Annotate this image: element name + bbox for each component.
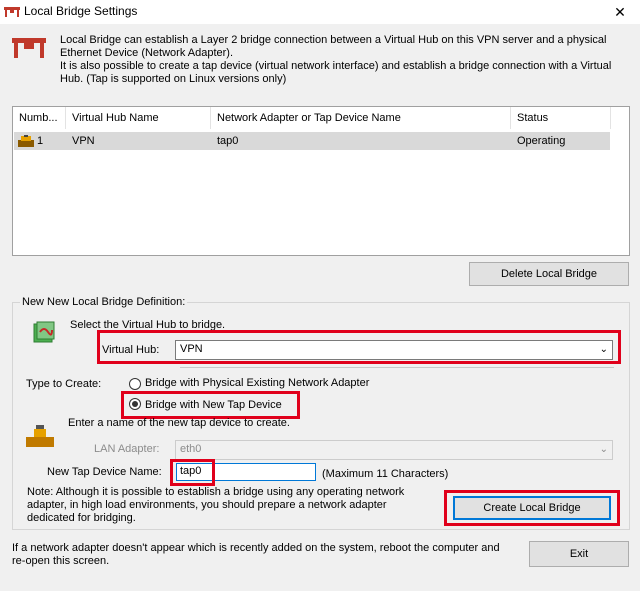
description-text: Local Bridge can establish a Layer 2 bri…: [60, 34, 612, 85]
bridge-icon: [4, 7, 20, 17]
radio-physical-adapter[interactable]: [129, 378, 141, 390]
bridge-list[interactable]: Numb... Virtual Hub Name Network Adapter…: [12, 106, 630, 256]
lan-adapter-select: eth0 ⌄: [175, 440, 613, 460]
lan-adapter-label: LAN Adapter:: [94, 443, 160, 455]
title-bar: Local Bridge Settings ✕: [0, 0, 640, 24]
tap-name-highlight: [170, 459, 215, 486]
virtual-hub-icon: [33, 321, 55, 343]
column-header-hub[interactable]: Virtual Hub Name: [66, 107, 211, 129]
note-text: Note: Although it is possible to establi…: [27, 486, 405, 524]
create-local-bridge-button[interactable]: Create Local Bridge: [453, 496, 611, 520]
virtual-hub-value: VPN: [180, 343, 203, 355]
virtual-hub-label: Virtual Hub:: [102, 344, 160, 356]
delete-local-bridge-button[interactable]: Delete Local Bridge: [469, 262, 629, 286]
row-adapter: tap0: [217, 135, 239, 147]
footer-text: If a network adapter doesn't appear whic…: [12, 542, 500, 567]
row-number: 1: [37, 135, 44, 147]
row-status: Operating: [517, 135, 566, 147]
chevron-down-icon: ⌄: [599, 344, 608, 355]
bridge-row-icon: [18, 135, 34, 147]
column-header-adapter[interactable]: Network Adapter or Tap Device Name: [211, 107, 511, 129]
column-header-number[interactable]: Numb...: [13, 107, 66, 129]
local-bridge-icon: [12, 38, 46, 58]
row-hub: VPN: [72, 135, 95, 147]
tap-name-label: New Tap Device Name:: [47, 466, 162, 478]
close-icon: ✕: [614, 3, 626, 20]
virtual-hub-select[interactable]: VPN ⌄: [175, 340, 613, 360]
radio-new-tap-device[interactable]: [129, 398, 141, 410]
option-tap-label[interactable]: Bridge with New Tap Device: [145, 399, 282, 411]
window-title: Local Bridge Settings: [24, 4, 138, 18]
group-label: New New Local Bridge Definition:: [20, 296, 188, 308]
chevron-down-icon: ⌄: [599, 444, 608, 455]
option-physical-label[interactable]: Bridge with Physical Existing Network Ad…: [145, 377, 369, 389]
separator: [180, 367, 614, 368]
exit-button[interactable]: Exit: [529, 541, 629, 567]
tap-name-hint: (Maximum 11 Characters): [322, 468, 449, 480]
column-header-status[interactable]: Status: [511, 107, 611, 129]
tap-device-icon: [26, 425, 54, 447]
tap-instruction-text: Enter a name of the new tap device to cr…: [68, 417, 290, 429]
close-button[interactable]: ✕: [600, 0, 640, 24]
lan-adapter-value: eth0: [180, 443, 202, 455]
type-label: Type to Create:: [26, 378, 102, 390]
